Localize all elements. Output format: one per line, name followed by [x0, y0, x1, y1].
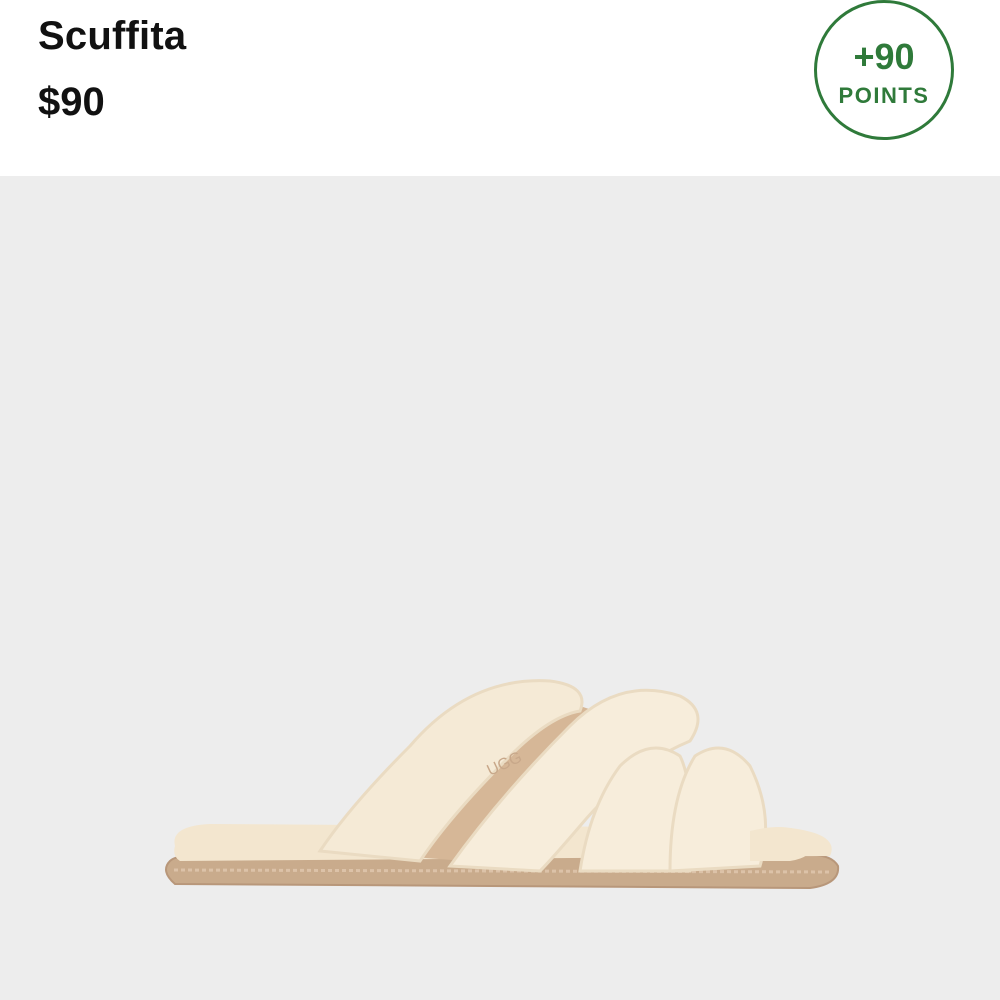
- product-header: Scuffita $90 +90 POINTS: [0, 0, 1000, 176]
- points-badge: +90 POINTS: [814, 0, 954, 140]
- product-price: $90: [38, 80, 105, 124]
- product-image[interactable]: UGG: [0, 176, 1000, 1000]
- slipper-icon: UGG: [165, 679, 840, 890]
- product-card[interactable]: Scuffita $90 +90 POINTS UGG: [0, 0, 1000, 1000]
- points-value: +90: [853, 36, 915, 77]
- points-label: POINTS: [838, 83, 930, 108]
- product-name: Scuffita: [38, 14, 187, 58]
